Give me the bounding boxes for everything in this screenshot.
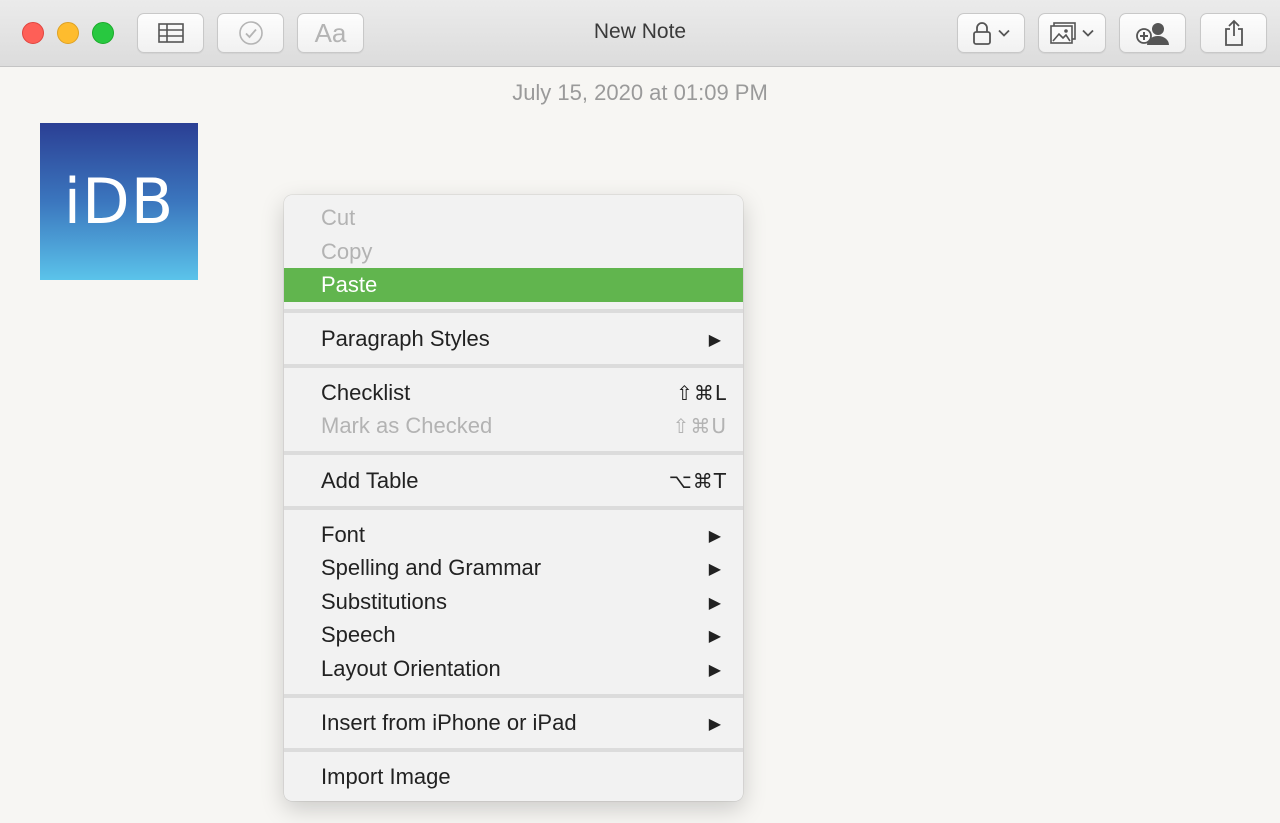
menu-item-insert-from-iphone[interactable]: Insert from iPhone or iPad ▶ — [284, 706, 743, 740]
menu-item-paragraph-styles[interactable]: Paragraph Styles ▶ — [284, 322, 743, 356]
menu-item-label: Import Image — [321, 764, 451, 789]
menu-item-add-table[interactable]: Add Table ⌥⌘T — [284, 464, 743, 498]
submenu-arrow-icon: ▶ — [708, 625, 721, 645]
menu-separator — [284, 694, 743, 698]
close-window-button[interactable] — [22, 22, 44, 44]
menu-separator — [284, 451, 743, 455]
menu-item-label: Spelling and Grammar — [321, 555, 542, 580]
submenu-arrow-icon: ▶ — [708, 713, 721, 733]
menu-item-label: Font — [321, 522, 366, 547]
media-button[interactable] — [1038, 13, 1106, 53]
menu-separator — [284, 364, 743, 368]
menu-item-spelling-and-grammar[interactable]: Spelling and Grammar ▶ — [284, 551, 743, 585]
menu-item-font[interactable]: Font ▶ — [284, 518, 743, 552]
menu-item-label: Cut — [321, 205, 356, 230]
chevron-down-icon — [1082, 29, 1094, 37]
share-icon — [1224, 19, 1243, 46]
note-image[interactable]: iDB — [40, 123, 198, 280]
menu-separator — [284, 506, 743, 510]
menu-item-mark-as-checked[interactable]: Mark as Checked ⇧⌘U — [284, 409, 743, 443]
menu-item-label: Layout Orientation — [321, 656, 501, 681]
menu-item-label: Checklist — [321, 380, 411, 405]
add-people-icon — [1135, 23, 1169, 45]
submenu-arrow-icon: ▶ — [708, 659, 721, 679]
image-logo-text: iDB — [63, 165, 175, 238]
submenu-arrow-icon: ▶ — [708, 329, 721, 349]
format-label: Aa — [314, 17, 347, 48]
table-icon — [157, 23, 184, 43]
menu-item-shortcut: ⌥⌘T — [668, 469, 727, 493]
menu-item-speech[interactable]: Speech ▶ — [284, 618, 743, 652]
menu-item-label: Mark as Checked — [321, 413, 493, 438]
menu-item-layout-orientation[interactable]: Layout Orientation ▶ — [284, 652, 743, 686]
lock-icon — [973, 22, 991, 45]
menu-separator — [284, 748, 743, 752]
minimize-window-button[interactable] — [57, 22, 79, 44]
menu-item-label: Paste — [321, 272, 378, 297]
menu-item-label: Paragraph Styles — [321, 326, 490, 351]
menu-item-label: Speech — [321, 622, 396, 647]
menu-item-label: Add Table — [321, 468, 419, 493]
submenu-arrow-icon: ▶ — [708, 525, 721, 545]
insert-table-button[interactable] — [137, 13, 204, 53]
collaborate-button[interactable] — [1119, 13, 1186, 53]
lock-button[interactable] — [957, 13, 1025, 53]
menu-item-label: Substitutions — [321, 589, 447, 614]
share-button[interactable] — [1200, 13, 1267, 53]
submenu-arrow-icon: ▶ — [708, 558, 721, 578]
format-button[interactable]: Aa — [297, 13, 364, 53]
menu-separator — [284, 309, 743, 313]
menu-item-shortcut: ⇧⌘U — [672, 414, 727, 438]
menu-item-substitutions[interactable]: Substitutions ▶ — [284, 585, 743, 619]
zoom-window-button[interactable] — [92, 22, 114, 44]
submenu-arrow-icon: ▶ — [708, 592, 721, 612]
menu-item-cut[interactable]: Cut — [284, 201, 743, 235]
menu-item-copy[interactable]: Copy — [284, 235, 743, 269]
menu-item-label: Copy — [321, 239, 373, 264]
photo-icon — [1050, 22, 1076, 44]
context-menu: Cut Copy Paste Paragraph Styles ▶ Checkl… — [284, 195, 743, 801]
checklist-icon — [238, 21, 263, 45]
menu-item-paste[interactable]: Paste — [284, 268, 743, 302]
title-bar: Aa New Note — [0, 0, 1280, 67]
menu-item-import-image[interactable]: Import Image — [284, 760, 743, 794]
chevron-down-icon — [998, 29, 1010, 37]
menu-item-label: Insert from iPhone or iPad — [321, 710, 577, 735]
menu-item-shortcut: ⇧⌘L — [676, 381, 727, 405]
note-date: July 15, 2020 at 01:09 PM — [512, 80, 768, 105]
checklist-button[interactable] — [217, 13, 284, 53]
menu-item-checklist[interactable]: Checklist ⇧⌘L — [284, 376, 743, 410]
